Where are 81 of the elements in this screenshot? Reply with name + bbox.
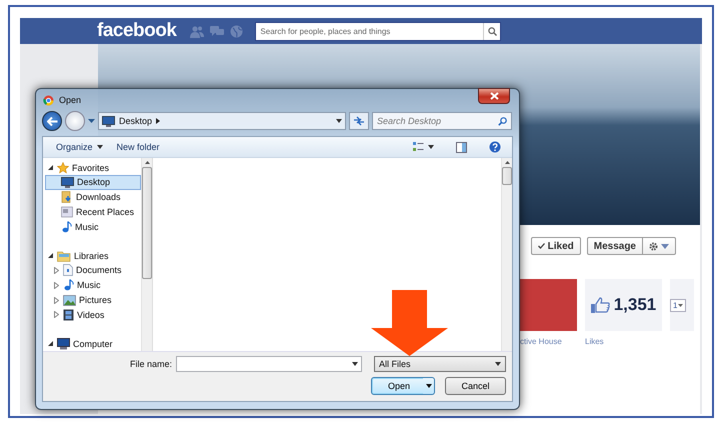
search-field[interactable]: Search Desktop bbox=[372, 112, 512, 130]
cancel-button[interactable]: Cancel bbox=[445, 377, 506, 395]
collapsed-triangle-icon[interactable] bbox=[54, 266, 58, 274]
caret-icon[interactable] bbox=[336, 119, 342, 124]
open-options-button[interactable] bbox=[423, 377, 435, 395]
scrollbar[interactable] bbox=[501, 158, 512, 351]
caret-icon bbox=[352, 362, 358, 366]
picture-icon bbox=[63, 294, 76, 306]
monitor-icon bbox=[61, 176, 74, 188]
folder-icon bbox=[57, 250, 71, 262]
caret-icon bbox=[96, 145, 103, 150]
likes-tile[interactable]: 1,351 bbox=[585, 279, 662, 331]
preview-pane-icon bbox=[456, 142, 467, 153]
back-button[interactable] bbox=[42, 111, 62, 132]
gear-icon bbox=[649, 242, 658, 250]
scroll-thumb[interactable] bbox=[142, 167, 152, 280]
nav-tree-item[interactable]: Music bbox=[45, 278, 141, 293]
file-type-dropdown[interactable]: All Files bbox=[374, 356, 506, 372]
nav-tree-item[interactable]: Downloads bbox=[45, 190, 141, 205]
nav-tree-item[interactable]: Favorites bbox=[45, 160, 141, 176]
dialog-title: Open bbox=[59, 95, 82, 106]
search-icon bbox=[498, 116, 507, 126]
new-folder-button[interactable]: New folder bbox=[112, 140, 165, 154]
monitor-icon bbox=[57, 338, 70, 350]
address-bar[interactable]: Desktop bbox=[98, 112, 346, 130]
organize-button[interactable]: Organize bbox=[51, 140, 108, 154]
refresh-button[interactable] bbox=[349, 112, 369, 130]
tile-caption[interactable]: ctive House bbox=[520, 337, 577, 346]
nav-tree-item[interactable]: Pictures bbox=[45, 292, 141, 308]
scroll-up-icon[interactable] bbox=[144, 161, 150, 164]
folder-icon bbox=[61, 191, 73, 204]
nav-tree-item[interactable]: Recent Places bbox=[45, 204, 141, 220]
nav-tree-item[interactable]: Libraries bbox=[45, 248, 141, 264]
caret-icon bbox=[495, 362, 501, 366]
facebook-logo[interactable]: facebook bbox=[97, 20, 176, 42]
nav-tree-item[interactable]: Music bbox=[45, 219, 141, 234]
close-icon bbox=[490, 92, 498, 100]
nav-tree-item[interactable]: Videos bbox=[45, 307, 141, 322]
close-button[interactable] bbox=[478, 88, 510, 104]
likes-count: 1,351 bbox=[614, 295, 656, 315]
liked-button[interactable]: Liked bbox=[530, 237, 581, 255]
file-name-label: File name: bbox=[130, 359, 172, 369]
nav-tree-item[interactable]: Documents bbox=[45, 263, 141, 278]
document-icon bbox=[63, 264, 73, 276]
caret-icon bbox=[428, 145, 434, 150]
nav-tree-item[interactable]: Desktop bbox=[45, 175, 141, 190]
nav-tree-item[interactable]: Computer bbox=[45, 336, 141, 351]
caret-icon bbox=[661, 244, 669, 248]
app-icon bbox=[43, 94, 54, 106]
tile-caption[interactable]: Likes bbox=[585, 337, 662, 346]
scroll-thumb[interactable] bbox=[502, 167, 512, 186]
expanded-triangle-icon[interactable] bbox=[48, 341, 52, 346]
star-icon bbox=[57, 162, 69, 174]
count-dropdown[interactable]: 1 bbox=[670, 298, 686, 312]
scrollbar[interactable] bbox=[141, 158, 152, 351]
collapsed-triangle-icon[interactable] bbox=[54, 296, 58, 304]
breadcrumb[interactable]: Desktop bbox=[119, 116, 152, 126]
monitor-icon bbox=[102, 116, 115, 127]
folder-icon bbox=[61, 206, 73, 218]
help-icon bbox=[489, 141, 501, 154]
music-note-icon bbox=[63, 279, 74, 292]
thumbs-up-icon bbox=[590, 297, 610, 313]
collapsed-triangle-icon[interactable] bbox=[54, 282, 58, 289]
message-button[interactable]: Message bbox=[586, 237, 643, 255]
arrows-icon bbox=[353, 116, 365, 126]
left-arrow-icon bbox=[46, 116, 58, 126]
music-note-icon bbox=[61, 220, 72, 233]
expanded-triangle-icon[interactable] bbox=[48, 165, 52, 170]
search-field[interactable]: Search for people, places and things bbox=[255, 22, 502, 40]
search-icon[interactable] bbox=[488, 26, 497, 36]
file-name-field[interactable] bbox=[176, 356, 362, 372]
film-icon bbox=[63, 308, 74, 321]
chevron-icon[interactable] bbox=[156, 118, 160, 124]
collapsed-triangle-icon[interactable] bbox=[54, 311, 58, 318]
list-view-icon bbox=[413, 142, 424, 152]
settings-button[interactable] bbox=[643, 237, 676, 255]
expanded-triangle-icon[interactable] bbox=[48, 253, 52, 258]
caret-icon bbox=[678, 304, 684, 306]
caret-icon bbox=[426, 384, 432, 388]
scroll-up-icon[interactable] bbox=[504, 161, 510, 164]
check-icon bbox=[538, 243, 545, 249]
